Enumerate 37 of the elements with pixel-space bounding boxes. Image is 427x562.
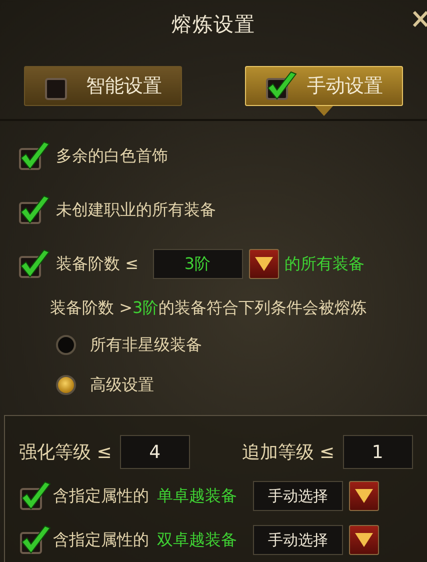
attribute-type: 双卓越装备 bbox=[157, 530, 237, 550]
checkbox[interactable] bbox=[19, 525, 51, 555]
checkbox[interactable] bbox=[18, 249, 50, 279]
option-label: 的所有装备 bbox=[284, 254, 364, 274]
caret-icon bbox=[355, 533, 373, 547]
level-field[interactable]: 1 bbox=[342, 435, 413, 469]
pointer-icon bbox=[315, 106, 333, 116]
dropdown-button[interactable] bbox=[248, 249, 278, 279]
checkbox[interactable] bbox=[265, 70, 297, 101]
attribute-type: 单卓越装备 bbox=[157, 486, 237, 506]
level-field[interactable]: 4 bbox=[120, 435, 190, 469]
radio-button[interactable] bbox=[56, 375, 76, 395]
attribute-label: 含指定属性的 bbox=[53, 486, 149, 506]
option-label: 多余的白色首饰 bbox=[56, 146, 168, 166]
dropdown-button[interactable] bbox=[349, 481, 379, 511]
radio-label: 所有非星级装备 bbox=[90, 334, 202, 356]
checkbox[interactable] bbox=[19, 481, 51, 511]
select-field[interactable]: 手动选择 bbox=[253, 525, 343, 555]
caret-icon bbox=[355, 489, 373, 503]
option-label: 未创建职业的所有装备 bbox=[56, 200, 216, 220]
checkbox[interactable] bbox=[18, 195, 50, 225]
attribute-label: 含指定属性的 bbox=[53, 530, 149, 550]
select-field[interactable]: 手动选择 bbox=[253, 481, 343, 511]
option-label: 装备阶数 ≤ bbox=[56, 254, 138, 274]
level-label: 强化等级 ≤ bbox=[19, 441, 112, 464]
tier-field[interactable]: 3阶 bbox=[152, 249, 242, 279]
dropdown-button[interactable] bbox=[349, 525, 379, 555]
tab[interactable]: 智能设置 bbox=[24, 66, 182, 106]
close-icon[interactable] bbox=[411, 8, 427, 30]
radio-label: 高级设置 bbox=[90, 374, 154, 396]
condition-text: 装备阶数 >3阶的装备符合下列条件会被熔炼 bbox=[49, 296, 368, 318]
radio-button[interactable] bbox=[56, 335, 76, 355]
window-title: 熔炼设置 bbox=[172, 11, 256, 38]
level-label: 追加等级 ≤ bbox=[242, 441, 335, 464]
tab[interactable]: 手动设置 bbox=[245, 66, 403, 106]
caret-icon bbox=[254, 257, 272, 271]
checkbox[interactable] bbox=[18, 141, 50, 171]
